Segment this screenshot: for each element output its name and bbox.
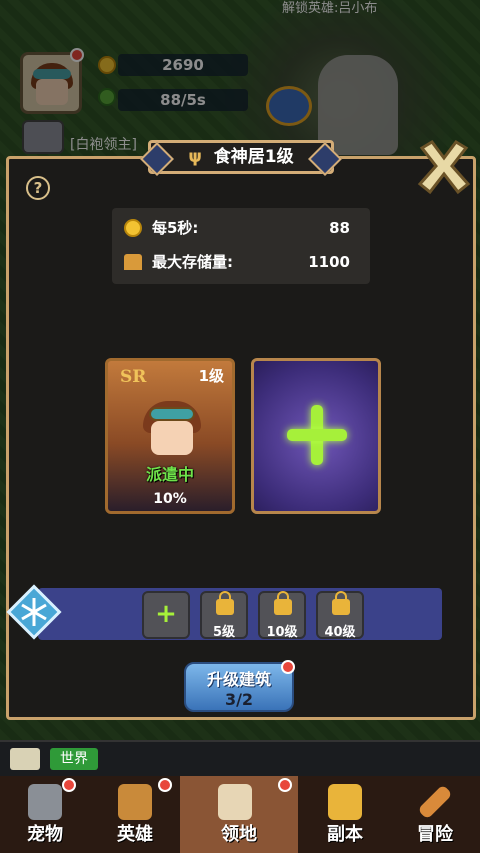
- plus-icon: +: [155, 599, 177, 629]
- nav-label: 领地: [221, 824, 257, 845]
- nav-dungeon[interactable]: 副本: [300, 776, 390, 853]
- hero-bonus-percent: 10%: [153, 491, 187, 507]
- stat-value: 88: [329, 219, 350, 237]
- building-title: 食神居1级: [213, 147, 294, 167]
- help-icon[interactable]: ?: [26, 176, 50, 200]
- nav-notification-dot: [278, 778, 292, 792]
- slot-unlock-level: 10级: [266, 625, 298, 640]
- lock-icon: [332, 591, 350, 615]
- lock-icon: [216, 591, 234, 615]
- hero-icon: [118, 784, 152, 820]
- chat-bubble-icon[interactable]: [10, 748, 40, 770]
- locked-slot-40[interactable]: 40级: [316, 591, 364, 640]
- nav-notification-dot: [62, 778, 76, 792]
- upgrade-label: 升级建筑: [206, 670, 271, 689]
- add-slot-button[interactable]: +: [142, 591, 190, 639]
- hero-portrait: [143, 401, 201, 459]
- chat-bar[interactable]: 世界: [0, 740, 480, 776]
- dungeon-icon: [328, 784, 362, 820]
- nav-label: 英雄: [117, 824, 153, 845]
- bottom-navigation: 宠物 英雄 领地 副本 冒险: [0, 776, 480, 853]
- nav-territory[interactable]: 领地: [180, 776, 298, 853]
- plus-icon: [287, 405, 347, 465]
- building-title-banner: ψ 食神居1级: [140, 140, 342, 176]
- lock-icon: [274, 591, 292, 615]
- pet-icon: [28, 784, 62, 820]
- nav-pet[interactable]: 宠物: [0, 776, 90, 853]
- upgrade-count: 3/2: [224, 690, 254, 709]
- stat-value: 1100: [308, 253, 350, 271]
- nav-label: 宠物: [27, 824, 63, 845]
- stat-row-income: 每5秒: 88: [124, 214, 360, 242]
- upgrade-building-button[interactable]: 升级建筑 3/2: [184, 662, 294, 712]
- rarity-label: SR: [120, 367, 147, 387]
- nav-hero[interactable]: 英雄: [90, 776, 180, 853]
- assigned-hero-card[interactable]: SR 1级 派遣中 10%: [105, 358, 235, 514]
- coin-icon: [124, 219, 142, 237]
- stat-label: 每5秒:: [152, 219, 199, 237]
- slot-unlock-level: 40级: [324, 625, 356, 640]
- locked-slot-5[interactable]: 5级: [200, 591, 248, 640]
- storage-icon: [124, 254, 142, 270]
- empty-hero-slot[interactable]: [251, 358, 381, 514]
- chat-channel-world[interactable]: 世界: [50, 748, 98, 770]
- nav-label: 冒险: [417, 824, 453, 845]
- close-icon[interactable]: [414, 138, 474, 198]
- production-info: 每5秒: 88 最大存储量: 1100: [112, 208, 370, 284]
- sword-icon: [417, 784, 453, 820]
- nav-notification-dot: [158, 778, 172, 792]
- stat-label: 最大存储量:: [152, 253, 233, 271]
- nav-adventure[interactable]: 冒险: [390, 776, 480, 853]
- fork-knife-icon: ψ: [188, 147, 202, 167]
- upgrade-notification-dot: [281, 660, 295, 674]
- locked-slot-10[interactable]: 10级: [258, 591, 306, 640]
- nav-label: 副本: [327, 824, 363, 845]
- slot-unlock-level: 5级: [212, 625, 236, 640]
- dispatch-status: 派遣中: [145, 465, 194, 484]
- castle-icon: [218, 784, 252, 820]
- hero-level: 1级: [198, 367, 224, 385]
- snowflake-icon[interactable]: [4, 582, 64, 642]
- stat-row-storage: 最大存储量: 1100: [124, 248, 360, 276]
